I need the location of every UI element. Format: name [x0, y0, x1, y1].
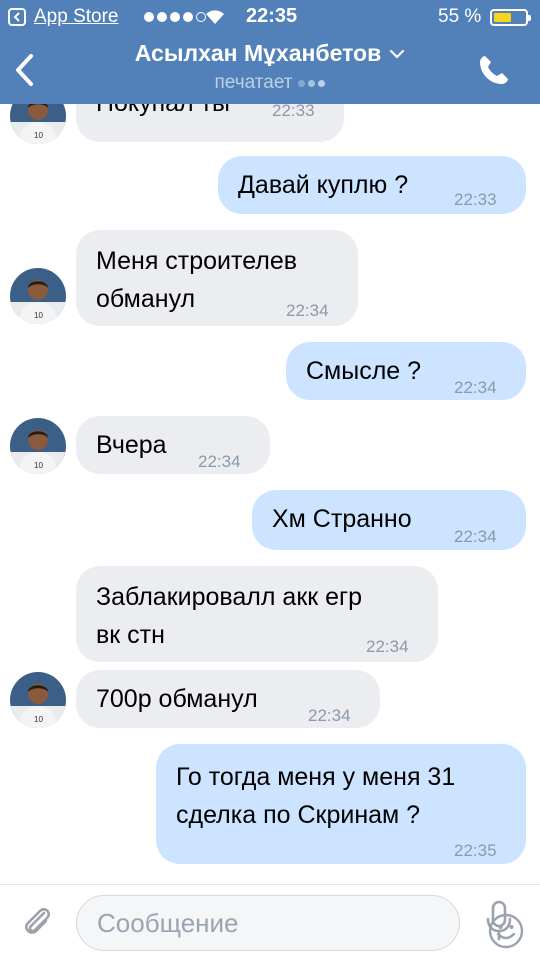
status-bar: App Store 22:35 55 % — [0, 0, 540, 34]
incoming-message[interactable]: Заблакировалл акк егр вк стн 22:34 — [76, 566, 438, 662]
composer — [0, 884, 540, 960]
incoming-message[interactable]: Меня строителев обманул 22:34 — [76, 230, 358, 326]
message-input-box[interactable] — [76, 895, 524, 951]
message-text-line: Меня строителев — [96, 247, 298, 275]
message-text: Давай куплю ? — [238, 166, 408, 204]
battery-icon — [490, 9, 531, 26]
message-text-line: Давай куплю ? — [238, 171, 409, 199]
chevron-down-icon — [390, 49, 405, 59]
outgoing-message[interactable]: Давай куплю ? 22:33 — [218, 156, 526, 214]
chat-header: App Store 22:35 55 % Асылхан Мұханбетов … — [0, 0, 540, 104]
message-text-line: Хм Странно — [272, 505, 412, 533]
typing-status: печатает — [214, 72, 293, 93]
back-to-app-link[interactable]: App Store — [34, 6, 119, 28]
incoming-message[interactable]: 700р обманул 22:34 — [76, 670, 380, 728]
wifi-icon — [206, 10, 224, 24]
message-text-line: обманул — [96, 285, 196, 313]
message-time: 22:34 — [308, 706, 351, 725]
message-text-line: Го тогда меня у меня 31 — [176, 763, 456, 791]
message-input[interactable] — [97, 896, 397, 950]
contact-avatar[interactable]: 10 — [10, 268, 66, 324]
battery-percent: 55 % — [438, 6, 482, 27]
contact-name: Асылхан Мұханбетов — [134, 40, 382, 66]
message-time: 22:34 — [454, 378, 497, 397]
message-text-line: Вчера — [96, 431, 167, 459]
message-text-line: Покупал ты — [96, 104, 230, 122]
message-text-line: 700р обманул — [96, 685, 258, 713]
contact-avatar[interactable]: 10 — [10, 418, 66, 474]
outgoing-message[interactable]: Го тогда меня у меня 31 сделка по Скринам… — [156, 744, 526, 864]
contact-avatar[interactable]: 10 — [10, 672, 66, 728]
svg-text:10: 10 — [34, 131, 43, 140]
back-to-app-icon[interactable] — [8, 8, 26, 26]
incoming-message[interactable]: Покупал ты 22:33 — [76, 104, 344, 142]
message-time: 22:34 — [286, 301, 329, 320]
message-list[interactable]: Покупал ты 22:33 10 Давай куплю ? 22:33 Меня … — [0, 104, 540, 884]
clock: 22:35 — [246, 5, 298, 27]
svg-text:10: 10 — [34, 715, 43, 724]
message-text: Хм Странно — [272, 500, 412, 538]
message-text: Меня строителев обманул — [96, 242, 297, 318]
message-text: Го тогда меня у меня 31 сделка по Скринам… — [176, 758, 455, 834]
outgoing-message[interactable]: Смысле ? 22:34 — [286, 342, 526, 400]
phone-icon[interactable] — [476, 52, 512, 88]
message-time: 22:33 — [454, 190, 497, 209]
paperclip-icon[interactable] — [20, 901, 54, 941]
message-text: Смысле ? — [306, 352, 421, 390]
message-time: 22:33 — [272, 104, 315, 120]
message-text: Покупал ты — [96, 104, 230, 122]
cell-signal-icon — [144, 12, 206, 22]
message-time: 22:34 — [454, 527, 497, 546]
conversation-title-area[interactable]: Асылхан Мұханбетов печатает — [0, 40, 540, 94]
incoming-message[interactable]: Вчера 22:34 — [76, 416, 270, 474]
svg-text:10: 10 — [34, 311, 43, 320]
message-time: 22:34 — [198, 452, 241, 471]
microphone-icon[interactable] — [484, 899, 514, 943]
message-text-line: вк стн — [96, 621, 165, 649]
svg-text:10: 10 — [34, 461, 43, 470]
message-time: 22:35 — [454, 841, 497, 860]
typing-dots-icon — [298, 79, 326, 87]
message-text: 700р обманул — [96, 680, 258, 718]
contact-avatar[interactable]: 10 — [10, 104, 66, 144]
message-text: Заблакировалл акк егр вк стн — [96, 578, 362, 654]
message-text-line: сделка по Скринам ? — [176, 801, 421, 829]
outgoing-message[interactable]: Хм Странно 22:34 — [252, 490, 526, 550]
message-text-line: Заблакировалл акк егр — [96, 583, 363, 611]
message-time: 22:34 — [366, 637, 409, 656]
battery-level — [494, 13, 512, 22]
message-text: Вчера — [96, 426, 167, 464]
message-text-line: Смысле ? — [306, 357, 422, 385]
